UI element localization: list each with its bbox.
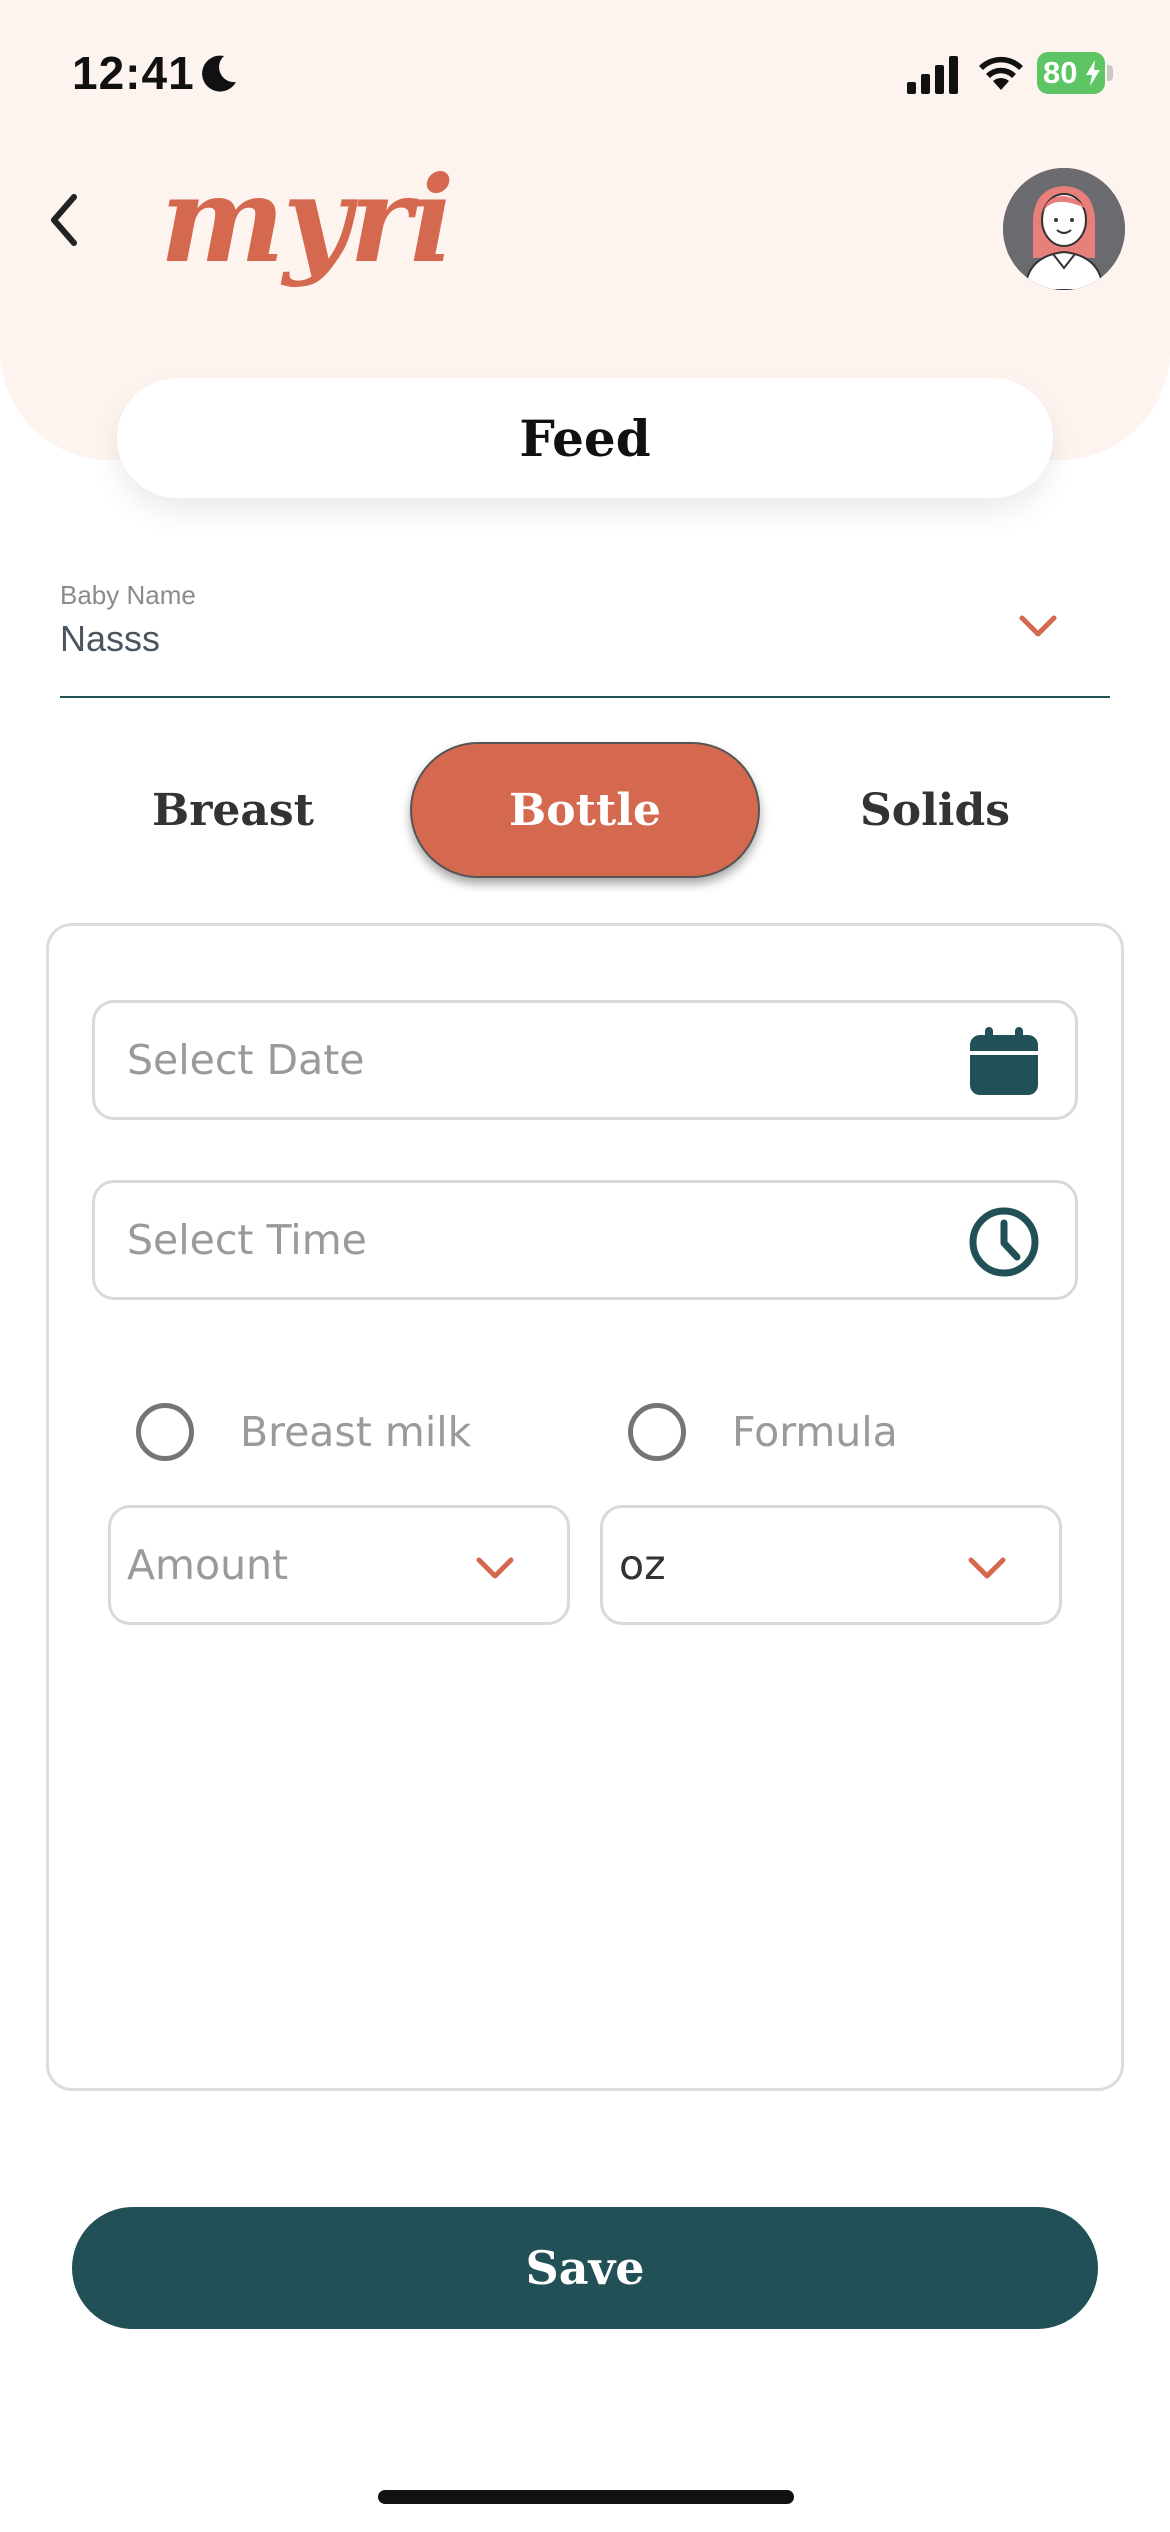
unit-select[interactable]: oz	[600, 1505, 1062, 1625]
battery-percent: 80	[1043, 55, 1078, 90]
tab-solids[interactable]: Solids	[760, 742, 1110, 878]
clock-icon	[969, 1207, 1039, 1277]
unit-value: oz	[619, 1541, 666, 1589]
bolt-icon	[1086, 60, 1100, 86]
battery-cap	[1107, 65, 1113, 81]
amount-select[interactable]: Amount	[108, 1505, 570, 1625]
radio-circle	[628, 1403, 686, 1461]
home-indicator[interactable]	[378, 2490, 794, 2504]
status-time: 12:41	[72, 47, 195, 99]
baby-name-label: Baby Name	[60, 580, 196, 610]
page-title: Feed	[117, 378, 1053, 498]
chevron-down-icon	[968, 1557, 1006, 1579]
battery-icon: 80	[1037, 52, 1113, 94]
page-title-text: Feed	[519, 408, 651, 468]
baby-name-select[interactable]: Baby Name Nasss	[60, 570, 1110, 698]
calendar-icon	[970, 1027, 1038, 1095]
feed-screen: 12:41 80 myri Feed Baby Name Nasss Breas…	[0, 0, 1170, 2532]
avatar[interactable]	[1003, 168, 1125, 290]
formula-label: Formula	[732, 1408, 898, 1456]
logo: myri	[160, 150, 454, 289]
signal-icon	[907, 56, 958, 94]
avatar-icon	[1003, 168, 1125, 290]
wifi-icon	[979, 56, 1023, 90]
baby-name-value: Nasss	[60, 618, 161, 659]
chevron-down-icon	[1019, 615, 1057, 637]
formula-radio[interactable]: Formula	[628, 1400, 898, 1464]
tab-bottle[interactable]: Bottle	[410, 742, 760, 878]
tab-breast[interactable]: Breast	[58, 742, 408, 878]
date-input[interactable]: Select Date	[92, 1000, 1078, 1120]
chevron-down-icon	[476, 1557, 514, 1579]
back-button[interactable]	[40, 185, 88, 255]
date-placeholder: Select Date	[127, 1036, 365, 1084]
time-input[interactable]: Select Time	[92, 1180, 1078, 1300]
breast-milk-label: Breast milk	[240, 1408, 472, 1456]
amount-placeholder: Amount	[127, 1541, 289, 1589]
breast-milk-radio[interactable]: Breast milk	[136, 1400, 471, 1464]
save-button[interactable]: Save	[72, 2207, 1098, 2329]
time-placeholder: Select Time	[127, 1216, 367, 1264]
moon-icon	[202, 55, 236, 92]
radio-circle	[136, 1403, 194, 1461]
status-bar: 12:41 80	[0, 0, 1170, 150]
save-button-label: Save	[525, 2241, 645, 2295]
